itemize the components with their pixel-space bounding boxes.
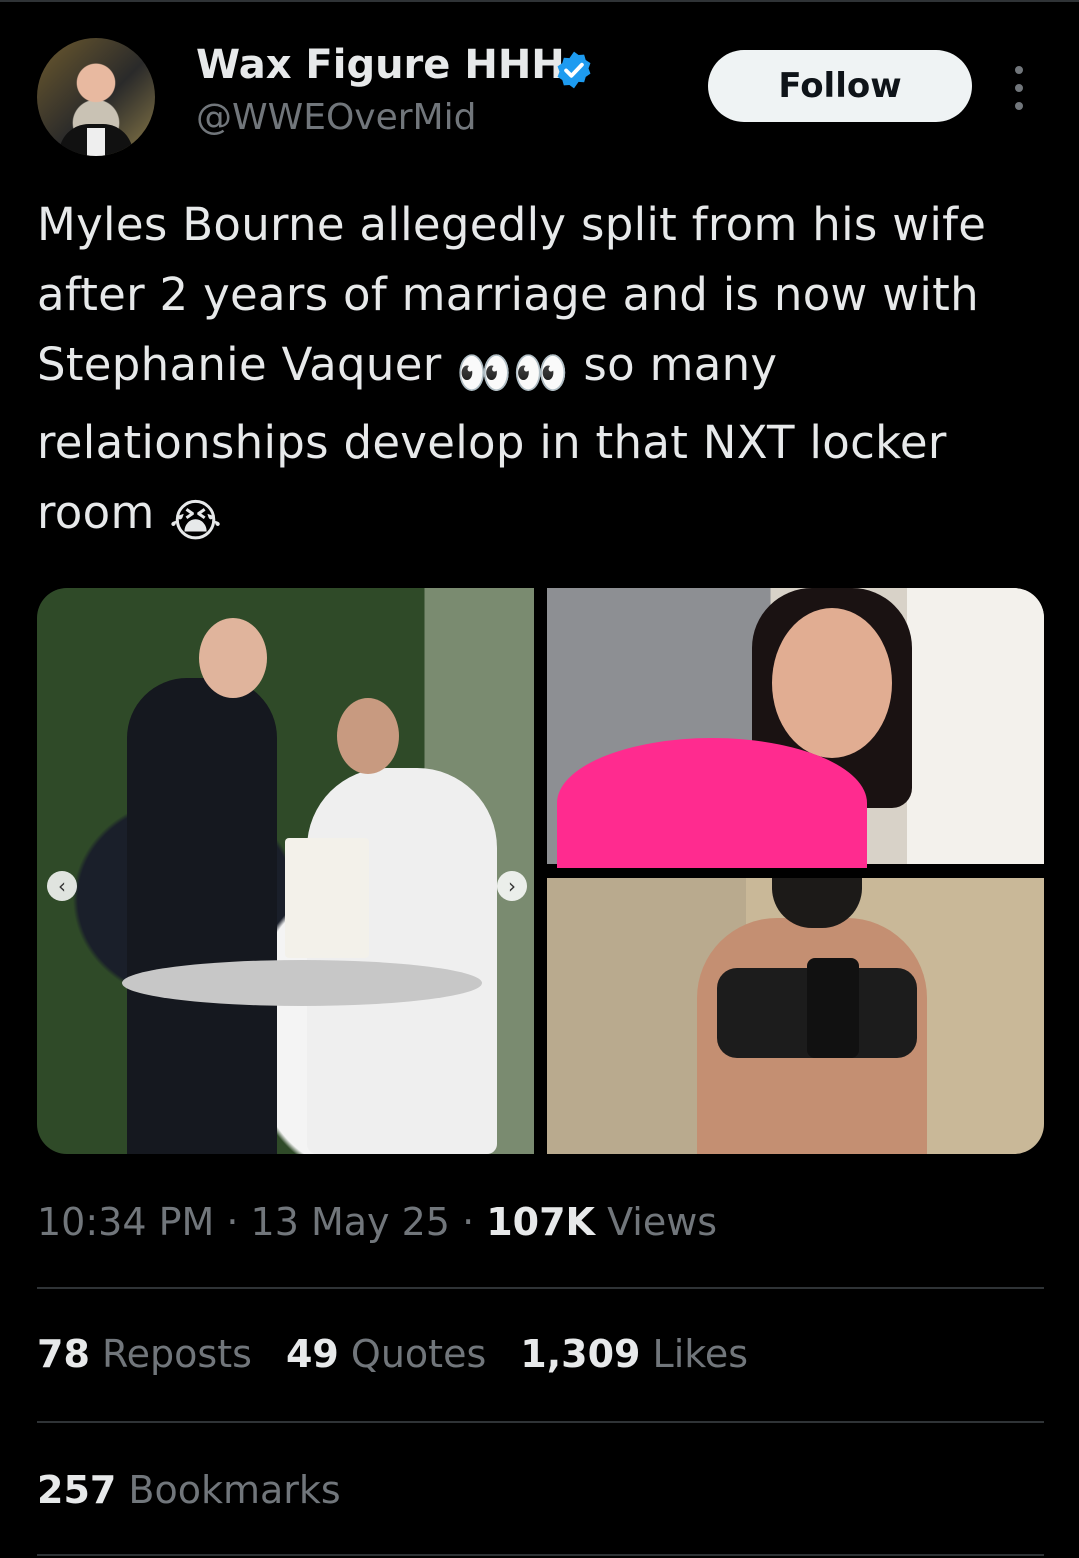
bookmarks-stat[interactable]: 257 Bookmarks — [37, 1468, 341, 1512]
avatar[interactable] — [37, 38, 155, 156]
follow-button[interactable]: Follow — [708, 50, 972, 122]
table — [122, 960, 482, 1006]
phone — [807, 958, 859, 1058]
reposts-count: 78 — [37, 1332, 90, 1376]
author-handle[interactable]: @WWEOverMid — [196, 97, 476, 138]
divider — [37, 1421, 1044, 1423]
bride-head — [337, 698, 399, 774]
quotes-label: Quotes — [350, 1332, 487, 1376]
verified-badge-icon — [557, 51, 591, 89]
pink-hat — [557, 738, 867, 868]
chevron-right-icon[interactable]: › — [497, 871, 527, 901]
likes-label: Likes — [652, 1332, 749, 1376]
likes-stat[interactable]: 1,309 Likes — [520, 1332, 748, 1376]
tweet-date[interactable]: 13 May 25 — [251, 1200, 450, 1244]
divider — [37, 1554, 1044, 1556]
views-count: 107K — [486, 1200, 596, 1244]
groom-figure — [127, 678, 277, 1154]
top-divider — [0, 0, 1079, 2]
tweet-meta: 10:34 PM · 13 May 25 · 107K Views — [37, 1200, 718, 1244]
media-image-mirror-selfie[interactable] — [547, 878, 1044, 1154]
dot — [1015, 84, 1023, 92]
eyes-emoji-icon: 👀👀 — [456, 346, 569, 399]
dot — [1015, 102, 1023, 110]
quotes-stat[interactable]: 49 Quotes — [286, 1332, 486, 1376]
crying-face-emoji-icon: 😭 — [169, 494, 223, 547]
engagement-stats: 78 Reposts 49 Quotes 1,309 Likes — [37, 1332, 782, 1376]
media-image-pink-hat[interactable] — [547, 588, 1044, 868]
chevron-left-icon[interactable]: ‹ — [47, 871, 77, 901]
bookmarks-label: Bookmarks — [128, 1468, 341, 1512]
likes-count: 1,309 — [520, 1332, 641, 1376]
avatar-shirt — [87, 128, 105, 156]
divider — [37, 1287, 1044, 1289]
reposts-stat[interactable]: 78 Reposts — [37, 1332, 252, 1376]
media-image-wedding[interactable]: ‹ › — [37, 588, 534, 1154]
groom-head — [199, 618, 267, 698]
media-grid: ‹ › — [37, 588, 1044, 1154]
reposts-label: Reposts — [101, 1332, 252, 1376]
woman-face — [772, 608, 892, 758]
wedding-cake — [285, 838, 369, 958]
bookmarks-count: 257 — [37, 1468, 117, 1512]
man-shirt — [907, 588, 1044, 864]
tweet-time[interactable]: 10:34 PM — [37, 1200, 214, 1244]
dot — [1015, 66, 1023, 74]
views-label: Views — [607, 1200, 718, 1244]
more-options-icon[interactable] — [1008, 66, 1030, 110]
quotes-count: 49 — [285, 1332, 339, 1376]
tweet-text: Myles Bourne allegedly split from his wi… — [37, 190, 1047, 556]
author-name[interactable]: Wax Figure HHH — [196, 42, 565, 88]
